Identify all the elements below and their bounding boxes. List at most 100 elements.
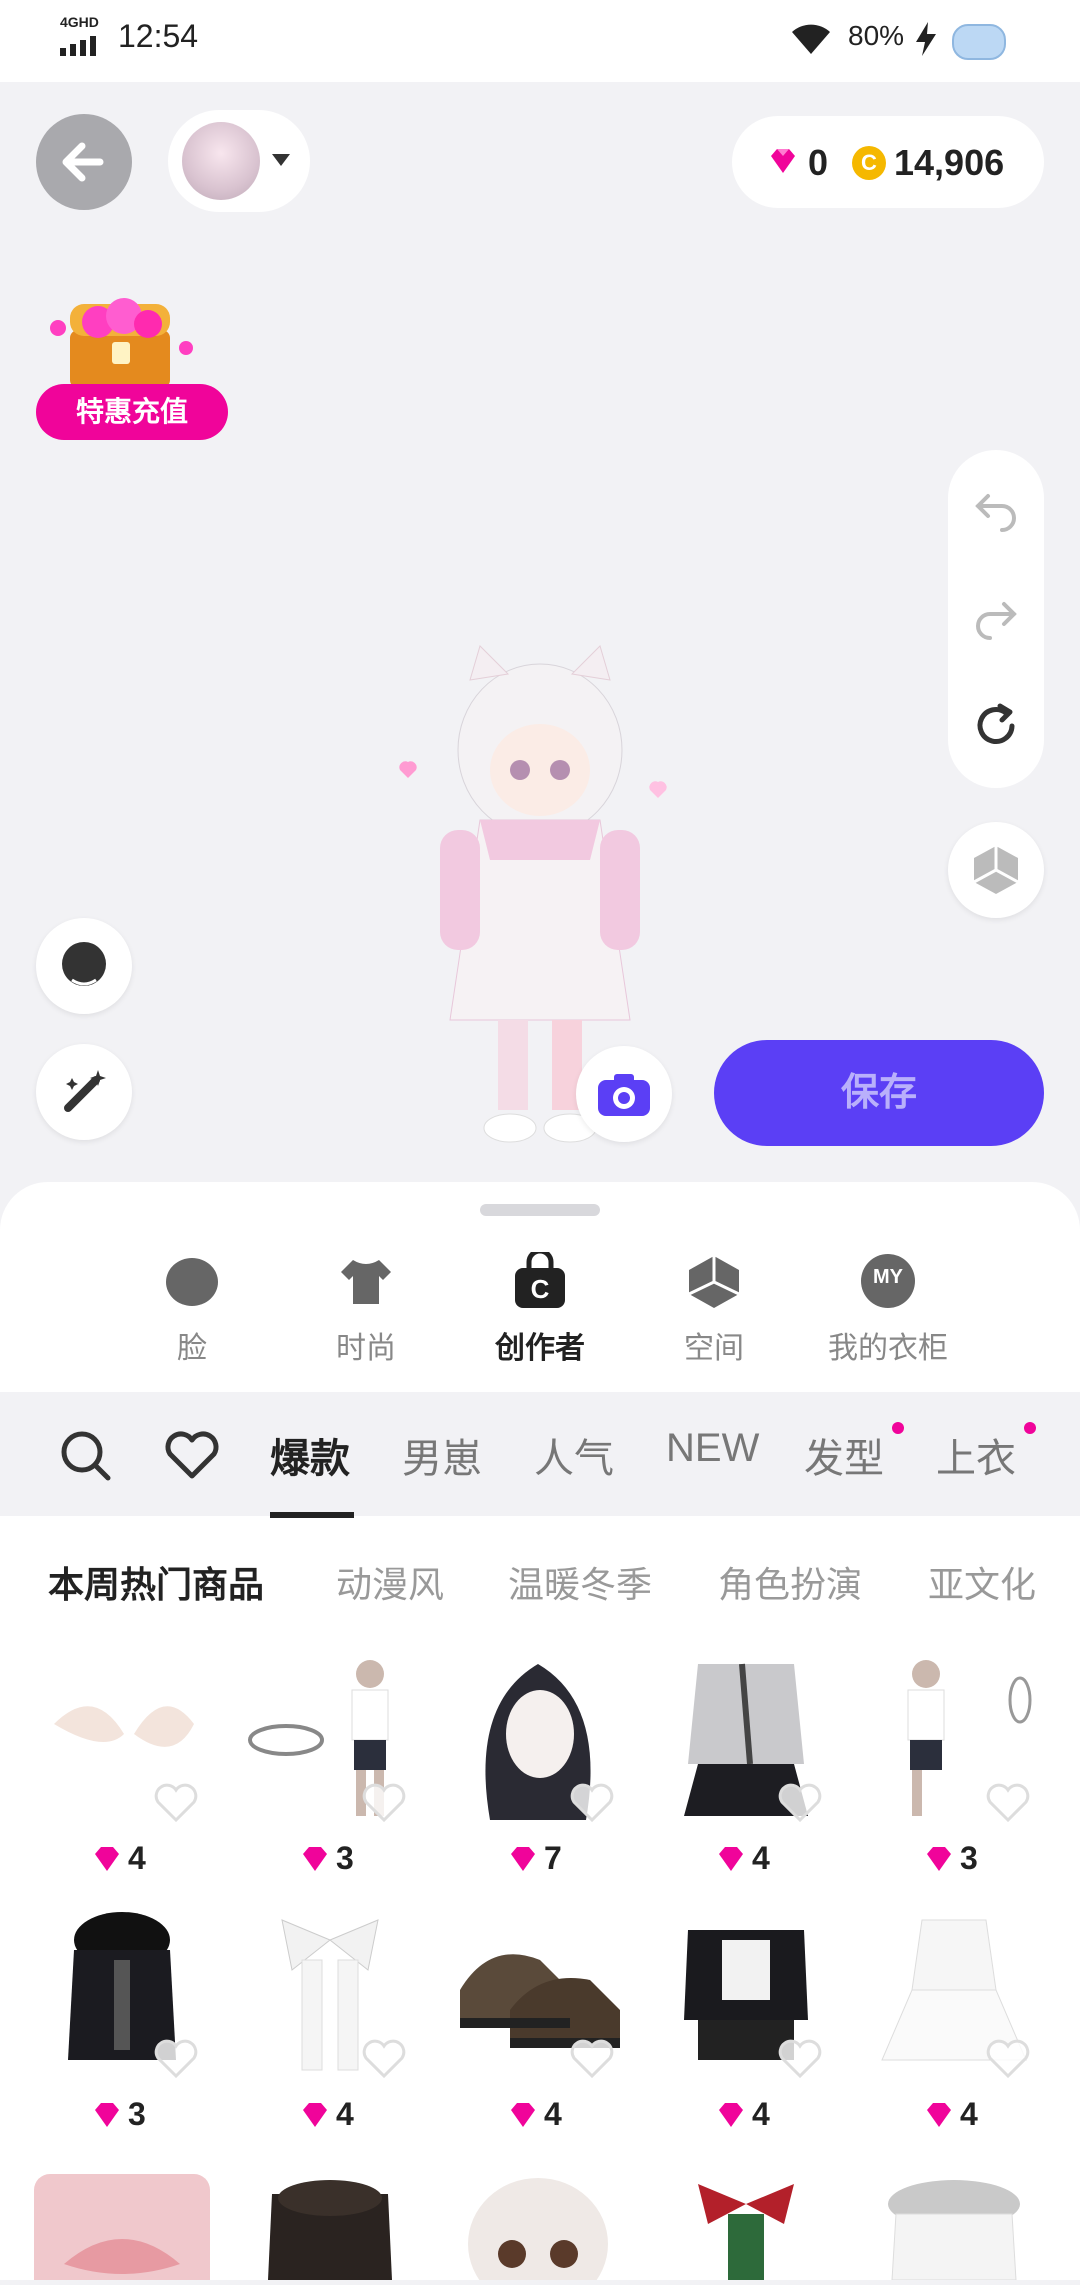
magic-button[interactable]	[36, 1044, 132, 1140]
camera-button[interactable]	[576, 1046, 672, 1142]
tab-active-indicator	[270, 1512, 354, 1518]
new-dot	[1024, 1422, 1036, 1434]
category-creator[interactable]: C 创作者	[470, 1248, 610, 1367]
category-fashion[interactable]: 时尚	[296, 1252, 436, 1367]
item-price: 4	[300, 2096, 354, 2133]
back-button[interactable]	[36, 114, 132, 210]
tshirt-icon	[341, 1260, 391, 1304]
price-value: 4	[752, 1840, 770, 1876]
subtab-warm-winter[interactable]: 温暖冬季	[508, 1556, 652, 1608]
caret-down-icon[interactable]	[270, 152, 292, 168]
favorite-heart-icon[interactable]	[986, 1782, 1030, 1822]
face-button[interactable]	[36, 918, 132, 1014]
tab-boys[interactable]: 男崽	[402, 1426, 482, 1484]
category-label: 时尚	[336, 1332, 396, 1365]
signal-icon	[60, 36, 96, 56]
tab-hairstyle[interactable]: 发型	[804, 1426, 884, 1484]
favorite-heart-icon[interactable]	[362, 2038, 406, 2078]
view-3d-button[interactable]	[948, 822, 1044, 918]
item-price: 7	[508, 1840, 562, 1877]
diamond-icon	[95, 2102, 119, 2127]
diamond-icon	[95, 1846, 119, 1871]
category-space[interactable]: 空间	[644, 1252, 784, 1367]
favorite-heart-icon[interactable]	[570, 2038, 614, 2078]
favorite-heart-icon[interactable]	[154, 1782, 198, 1822]
category-face[interactable]: 脸	[122, 1252, 262, 1367]
price-value: 3	[960, 1840, 978, 1876]
face-icon	[166, 1258, 218, 1306]
new-dot	[892, 1422, 904, 1434]
shop-item[interactable]	[658, 2174, 834, 2280]
head-icon	[62, 942, 106, 986]
search-icon[interactable]	[58, 1428, 114, 1484]
tab-popular[interactable]: 人气	[534, 1426, 614, 1484]
category-label: 我的衣柜	[828, 1332, 948, 1365]
category-label: 空间	[684, 1332, 744, 1365]
my-badge: MY	[873, 1266, 903, 1288]
sheet-drag-handle[interactable]	[480, 1204, 600, 1216]
reset-icon[interactable]	[972, 702, 1020, 750]
creator-bag-icon: C	[515, 1248, 565, 1308]
diamond-icon	[511, 1846, 535, 1871]
item-price: 3	[300, 1840, 354, 1877]
svg-text:C: C	[531, 1274, 550, 1304]
item-price: 3	[92, 2096, 146, 2133]
special-recharge-button[interactable]: 特惠充值	[36, 384, 228, 440]
shop-item[interactable]	[34, 2174, 210, 2280]
coin-balance: 14,906	[894, 142, 1005, 183]
charging-icon	[916, 22, 936, 56]
price-value: 3	[128, 2096, 146, 2132]
magic-wand-icon	[64, 1070, 106, 1112]
diamond-icon	[927, 2102, 951, 2127]
lips-thumbnail	[64, 2239, 180, 2274]
subtab-weekly-hot[interactable]: 本周热门商品	[48, 1556, 264, 1608]
save-button[interactable]: 保存	[714, 1040, 1044, 1146]
item-price: 3	[924, 1840, 978, 1877]
tab-tops[interactable]: 上衣	[936, 1426, 1016, 1484]
item-price: 4	[92, 1840, 146, 1877]
diamond-icon	[303, 2102, 327, 2127]
tab-hot[interactable]: 爆款	[270, 1426, 350, 1484]
item-price: 4	[716, 2096, 770, 2133]
favorite-heart-icon[interactable]	[778, 1782, 822, 1822]
subtab-subculture[interactable]: 亚文化	[928, 1556, 1036, 1608]
price-value: 7	[544, 1840, 562, 1876]
undo-icon[interactable]	[972, 486, 1020, 534]
price-value: 4	[752, 2096, 770, 2132]
battery-icon	[952, 24, 1006, 60]
diamond-icon	[927, 1846, 951, 1871]
diamond-icon	[719, 1846, 743, 1871]
item-price: 4	[508, 2096, 562, 2133]
redo-icon[interactable]	[972, 594, 1020, 642]
category-label: 创作者	[495, 1332, 585, 1365]
face-thumbnail	[468, 2178, 608, 2285]
item-price: 4	[716, 1840, 770, 1877]
favorite-heart-icon[interactable]	[154, 2038, 198, 2078]
subtab-anime[interactable]: 动漫风	[336, 1556, 444, 1608]
shop-item[interactable]	[242, 2174, 418, 2280]
wifi-icon	[792, 24, 830, 54]
clock: 12:54	[118, 18, 199, 54]
cube-icon	[688, 1256, 740, 1308]
diamond-icon	[511, 2102, 535, 2127]
heart-icon[interactable]	[164, 1430, 220, 1480]
battery-percent: 80%	[848, 20, 905, 51]
tab-new[interactable]: NEW	[666, 1426, 759, 1471]
avatar-thumbnail[interactable]	[182, 122, 260, 200]
treasure-chest-icon[interactable]	[48, 292, 196, 388]
subtab-roleplay[interactable]: 角色扮演	[718, 1556, 862, 1608]
jacket-thumbnail	[268, 2180, 392, 2280]
favorite-heart-icon[interactable]	[570, 1782, 614, 1822]
favorite-heart-icon[interactable]	[986, 2038, 1030, 2078]
category-my-closet[interactable]: MY 我的衣柜	[818, 1252, 958, 1367]
arrow-left-icon	[62, 142, 104, 182]
favorite-heart-icon[interactable]	[778, 2038, 822, 2078]
shop-item[interactable]	[866, 2174, 1042, 2281]
category-label: 脸	[177, 1332, 207, 1365]
favorite-heart-icon[interactable]	[362, 1782, 406, 1822]
camera-icon	[598, 1074, 650, 1116]
shop-item[interactable]	[450, 2174, 626, 2285]
price-value: 4	[128, 1840, 146, 1876]
price-value: 3	[336, 1840, 354, 1876]
ribbon-thumbnail	[698, 2184, 794, 2280]
